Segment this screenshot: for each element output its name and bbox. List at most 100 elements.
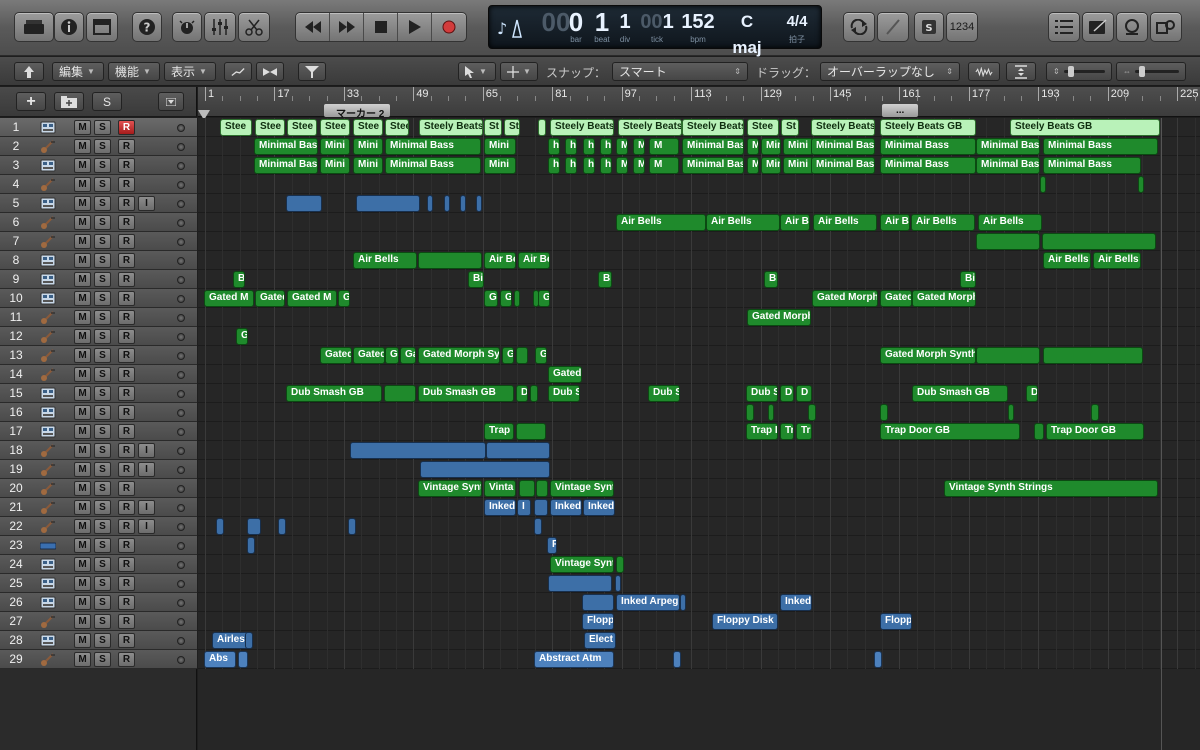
track-header-11[interactable]: 11 M S R [0,308,197,327]
record-button[interactable]: R [118,519,135,534]
region[interactable]: Air Bells [1093,252,1141,269]
track-lane[interactable] [198,631,1200,650]
region[interactable]: Air Bells [813,214,877,231]
record-button[interactable]: R [118,310,135,325]
stop-button[interactable] [364,13,398,41]
region[interactable] [616,556,624,573]
region[interactable]: Flopp [582,613,614,630]
region[interactable]: M [649,138,679,155]
region[interactable]: Air Bells [353,252,417,269]
region[interactable]: Gated M [204,290,254,307]
track-lane[interactable] [198,536,1200,555]
solo-button[interactable]: S [94,538,111,553]
solo-button[interactable]: S [94,614,111,629]
region[interactable]: Ga [502,347,514,364]
mute-button[interactable]: M [74,557,91,572]
track-options-button[interactable] [158,92,184,111]
catch-button[interactable] [298,62,326,81]
region[interactable]: Dub S [548,385,580,402]
mute-button[interactable]: M [74,595,91,610]
track-lane[interactable] [198,308,1200,327]
region[interactable]: Air Bells [1043,252,1091,269]
region[interactable]: Mini [783,138,813,155]
region[interactable] [1008,404,1014,421]
solo-button[interactable]: S [94,443,111,458]
track-header-29[interactable]: 29 M S R [0,650,197,669]
region[interactable]: Mini [484,157,516,174]
record-button[interactable]: R [118,462,135,477]
region[interactable]: Inked [583,499,615,516]
track-header-19[interactable]: 19 M S R I [0,460,197,479]
record-button[interactable]: R [118,215,135,230]
region[interactable] [278,518,286,535]
mute-button[interactable]: M [74,291,91,306]
mute-button[interactable]: M [74,310,91,325]
alt-tool-menu[interactable]: ▼ [500,62,538,81]
region[interactable]: D [796,385,812,402]
region[interactable]: Gated Morph [912,290,976,307]
cycle-button[interactable] [843,12,875,42]
region[interactable]: Stee [255,119,285,136]
record-button[interactable]: R [118,633,135,648]
mute-button[interactable]: M [74,253,91,268]
mute-button[interactable]: M [74,348,91,363]
track-lane[interactable] [198,327,1200,346]
region[interactable]: ha [565,138,577,155]
region[interactable]: Mini [320,138,350,155]
track-folder-button[interactable] [54,92,84,111]
editors-button[interactable] [238,12,270,42]
region[interactable] [1138,176,1144,193]
solo-button[interactable]: S [94,519,111,534]
region[interactable] [680,594,686,611]
record-button[interactable]: R [118,443,135,458]
region[interactable]: M [633,138,645,155]
region[interactable] [460,195,466,212]
region[interactable]: Dub S [648,385,680,402]
track-header-7[interactable]: 7 MSR [0,232,197,251]
mute-button[interactable]: M [74,177,91,192]
region[interactable]: Ga [400,347,416,364]
region[interactable]: G [338,290,350,307]
rewind-button[interactable] [296,13,330,41]
region[interactable]: Minimal Bass [385,157,481,174]
record-button[interactable]: R [118,177,135,192]
track-lane[interactable] [198,555,1200,574]
track-header-15[interactable]: 15 M S R [0,384,197,403]
region[interactable]: Minimal Bass [811,157,875,174]
region[interactable]: Minimal Bass [880,138,976,155]
mute-button[interactable]: M [74,405,91,420]
track-header-1[interactable]: 1 MSR [0,118,197,137]
region[interactable]: Minimal Bas [254,157,318,174]
record-button[interactable]: R [118,386,135,401]
region[interactable]: Steely Beats GB [1010,119,1160,136]
inspector-button[interactable] [54,12,84,42]
region[interactable] [420,461,550,478]
browser-button[interactable] [1150,12,1182,42]
region[interactable]: Dub Smash GB [286,385,382,402]
cycle-region-left[interactable] [198,107,210,120]
region[interactable]: Gated [548,366,582,383]
region[interactable]: Gated [353,347,385,364]
region[interactable] [216,518,224,535]
region[interactable]: Mini [761,138,781,155]
notepad-button[interactable] [1082,12,1114,42]
forward-button[interactable] [330,13,364,41]
track-header-21[interactable]: 21 M S R I [0,498,197,517]
track-header-16[interactable]: 16 M S R [0,403,197,422]
solo-button[interactable]: S [94,462,111,477]
region[interactable]: Gated Morph Synth [418,347,500,364]
track-header-13[interactable]: 13 M S R [0,346,197,365]
record-button[interactable]: R [118,158,135,173]
solo-button[interactable]: S [94,291,111,306]
record-button[interactable]: R [118,367,135,382]
quick-help-button[interactable]: ? [132,12,162,42]
solo-button[interactable]: S [94,576,111,591]
global-solo-button[interactable]: S [92,92,122,111]
solo-button[interactable]: S [94,158,111,173]
solo-button[interactable]: S [94,177,111,192]
mute-button[interactable]: M [74,519,91,534]
region[interactable] [516,423,546,440]
region[interactable] [514,290,520,307]
solo-button[interactable]: S [94,405,111,420]
edit-menu[interactable]: 編集 ▼ [52,62,104,81]
